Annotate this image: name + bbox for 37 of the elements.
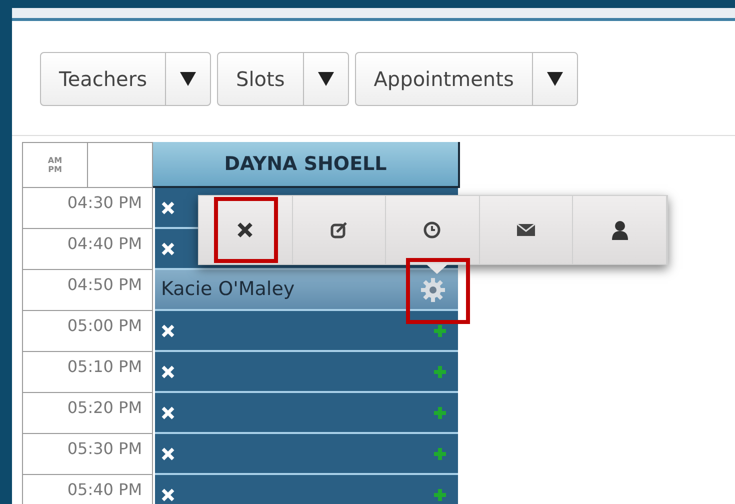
caret-icon (318, 72, 334, 86)
edit-icon (330, 221, 348, 239)
settings-icon[interactable] (420, 276, 446, 302)
highlight-frame (214, 197, 278, 263)
time-cell: 04:40 PM (22, 229, 153, 270)
time-cell: 05:40 PM (22, 475, 153, 504)
mail-button[interactable] (480, 196, 574, 264)
edit-button[interactable] (292, 196, 386, 264)
mail-icon (516, 222, 536, 238)
open-slot[interactable] (155, 352, 458, 393)
time-cell: 05:00 PM (22, 311, 153, 352)
am-pm-label: AM PM (46, 156, 64, 174)
caret-icon (180, 72, 196, 86)
close-icon[interactable] (161, 200, 175, 214)
open-slot[interactable] (155, 311, 458, 352)
teacher-column-header: DAYNA SHOELL (153, 142, 460, 188)
open-slot[interactable] (155, 393, 458, 434)
time-cell: 05:20 PM (22, 393, 153, 434)
caret-icon (546, 72, 563, 86)
close-icon[interactable] (161, 488, 175, 502)
close-icon[interactable] (161, 364, 175, 378)
close-icon (236, 221, 254, 239)
time-cell: 05:10 PM (22, 352, 153, 393)
person-icon (610, 220, 629, 240)
close-icon[interactable] (161, 242, 175, 256)
close-icon[interactable] (161, 406, 175, 420)
student-name: Kacie O'Maley (161, 277, 295, 302)
close-icon[interactable] (161, 446, 175, 460)
booked-slot[interactable]: Kacie O'Maley (155, 270, 458, 311)
time-cell: 04:50 PM (22, 270, 153, 311)
open-slot[interactable] (155, 434, 458, 475)
clock-icon (423, 221, 442, 239)
time-cell: 04:30 PM (22, 188, 153, 229)
profile-button[interactable] (573, 196, 667, 264)
close-icon[interactable] (161, 324, 175, 338)
delete-button[interactable] (199, 196, 293, 264)
time-cell: 05:30 PM (22, 434, 153, 475)
